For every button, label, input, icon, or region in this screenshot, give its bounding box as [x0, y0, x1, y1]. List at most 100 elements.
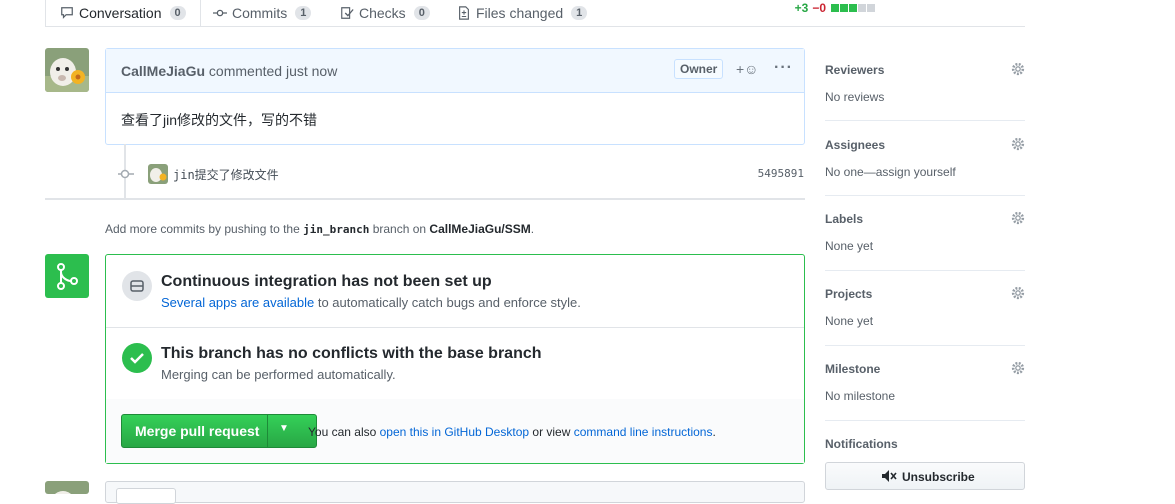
comment-icon	[61, 6, 73, 19]
conflict-status-circle	[122, 343, 152, 373]
command-line-link[interactable]: command line instructions	[574, 425, 713, 439]
conflict-title: This branch has no conflicts with the ba…	[161, 345, 542, 362]
mute-icon	[882, 470, 897, 482]
ci-title: Continuous integration has not been set …	[161, 273, 492, 290]
tab-checks[interactable]: Checks 0	[340, 0, 430, 26]
sidebar-value: None yet	[825, 239, 874, 253]
diffstat-block	[858, 4, 866, 12]
hint-middle: branch on	[372, 222, 427, 236]
sidebar-value: No milestone	[825, 389, 896, 403]
gear-icon[interactable]	[1011, 211, 1025, 225]
commit-icon	[213, 9, 227, 17]
ci-section: Continuous integration has not been set …	[106, 255, 804, 328]
commit-avatar[interactable]	[148, 164, 168, 184]
gear-icon[interactable]	[1011, 62, 1025, 76]
sidebar-labels: Labels None yet	[825, 211, 1025, 271]
sidebar-projects: Projects None yet	[825, 286, 1025, 346]
comment-meta: CallMeJiaGu commented just now	[121, 63, 337, 79]
diffstat-block	[867, 4, 875, 12]
gear-icon[interactable]	[1011, 361, 1025, 375]
apps-link[interactable]: Several apps are available	[161, 295, 314, 310]
sidebar-heading[interactable]: Labels	[825, 212, 863, 226]
caret-down-icon[interactable]: ▼	[279, 423, 289, 434]
tab-commits[interactable]: Commits 1	[213, 0, 312, 26]
sidebar-heading[interactable]: Milestone	[825, 362, 880, 376]
button-divider	[267, 415, 268, 447]
diffstat-blocks	[830, 4, 875, 12]
sidebar-value: No reviews	[825, 90, 885, 104]
diffstat-deletions: −0	[812, 1, 826, 15]
also-middle: or view	[532, 425, 571, 439]
merge-box: Continuous integration has not been set …	[105, 254, 805, 464]
tab-count: 1	[295, 6, 312, 20]
comment-header: CallMeJiaGu commented just now Owner +☺ …	[106, 49, 804, 93]
avatar-image	[148, 164, 168, 184]
hint-end: .	[530, 222, 535, 236]
branch-name: jin_branch	[303, 223, 370, 236]
avatar[interactable]	[45, 481, 89, 494]
merge-alternatives: You can also open this in GitHub Desktop…	[308, 425, 716, 439]
tab-label: Checks	[359, 5, 406, 21]
comment-body: 查看了jin修改的文件，写的不错	[121, 112, 318, 128]
avatar-image	[45, 481, 89, 494]
conflict-subtitle: Merging can be performed automatically.	[161, 367, 396, 382]
push-hint: Add more commits by pushing to the jin_b…	[105, 222, 534, 236]
tab-count: 0	[413, 6, 430, 20]
diffstat-block	[849, 4, 857, 12]
repo-name: CallMeJiaGu/SSM	[429, 222, 531, 236]
sidebar-milestone: Milestone No milestone	[825, 361, 1025, 421]
diffstat: +3 −0	[795, 0, 875, 16]
file-diff-icon	[459, 6, 469, 20]
ci-subtitle: Several apps are available to automatica…	[161, 295, 581, 310]
tab-label: Commits	[232, 5, 288, 21]
merge-pull-request-button[interactable]: Merge pull request ▼	[121, 414, 317, 448]
conflict-section: This branch has no conflicts with the ba…	[106, 327, 804, 400]
comment-action: commented just now	[208, 63, 338, 79]
merge-button-label: Merge pull request	[135, 423, 260, 439]
check-icon	[130, 353, 144, 364]
ci-rest: to automatically catch bugs and enforce …	[317, 295, 581, 310]
sidebar-value[interactable]: No one—assign yourself	[825, 165, 956, 179]
gear-icon[interactable]	[1011, 286, 1025, 300]
server-icon	[130, 280, 144, 292]
add-reaction-button[interactable]: +☺	[736, 61, 758, 77]
commit-row: jin提交了修改文件 5495891	[118, 164, 804, 184]
unsubscribe-button[interactable]: Unsubscribe	[825, 462, 1025, 490]
hint-prefix: Add more commits by pushing to the	[105, 222, 300, 236]
diffstat-additions: +3	[794, 1, 809, 15]
comment-author[interactable]: CallMeJiaGu	[121, 63, 205, 79]
tab-count: 1	[571, 6, 588, 20]
sidebar-heading[interactable]: Projects	[825, 287, 872, 301]
sidebar-reviewers: Reviewers No reviews	[825, 62, 1025, 121]
merge-status-icon	[45, 254, 89, 298]
comment-menu-button[interactable]: ···	[774, 59, 793, 77]
gear-icon[interactable]	[1011, 137, 1025, 151]
new-comment-box	[105, 481, 805, 504]
tab-label: Files changed	[476, 5, 564, 21]
write-tab[interactable]	[116, 488, 176, 504]
diffstat-block	[840, 4, 848, 12]
unsubscribe-label: Unsubscribe	[902, 470, 975, 484]
diffstat-block	[831, 4, 839, 12]
commit-message[interactable]: jin提交了修改文件	[173, 166, 279, 183]
also-end: .	[712, 425, 716, 439]
merge-action-section: Merge pull request ▼ You can also open t…	[106, 399, 804, 463]
avatar[interactable]	[45, 48, 89, 92]
also-prefix: You can also	[308, 425, 377, 439]
github-desktop-link[interactable]: open this in GitHub Desktop	[380, 425, 529, 439]
smiley-icon: +☺	[736, 61, 759, 77]
ci-status-circle	[122, 271, 152, 301]
sidebar-heading[interactable]: Assignees	[825, 138, 885, 152]
timeline-divider	[45, 198, 805, 200]
pr-tabs: Conversation 0 Commits 1 Checks 0 Files …	[45, 0, 1025, 27]
tab-count: 0	[169, 5, 186, 20]
tab-conversation[interactable]: Conversation 0	[45, 0, 201, 26]
comment-box: CallMeJiaGu commented just now Owner +☺ …	[105, 48, 805, 145]
owner-badge: Owner	[674, 59, 724, 79]
notifications-heading: Notifications	[825, 437, 898, 451]
tab-label: Conversation	[79, 4, 162, 21]
sidebar-assignees: Assignees No one—assign yourself	[825, 137, 1025, 196]
sidebar-heading[interactable]: Reviewers	[825, 63, 884, 77]
commit-sha[interactable]: 5495891	[758, 167, 804, 180]
tab-files-changed[interactable]: Files changed 1	[457, 0, 588, 26]
